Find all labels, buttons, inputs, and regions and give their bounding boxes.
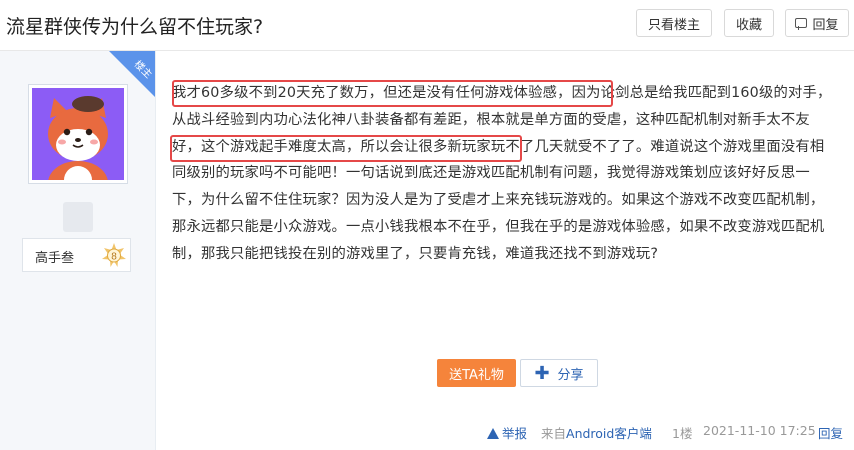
only-author-button[interactable]: 只看楼主: [636, 9, 712, 37]
warning-icon: [487, 428, 499, 439]
floor-number: 1楼: [672, 426, 693, 441]
plus-icon: ✚: [534, 362, 550, 384]
share-button[interactable]: ✚ 分享: [520, 359, 598, 387]
fox-avatar-image: [48, 96, 108, 180]
report-link[interactable]: 举报: [487, 423, 527, 442]
comment-icon: [795, 18, 808, 30]
reply-button-label: 回复: [812, 17, 839, 33]
post-content: 我才60多级不到20天充了数万，但还是没有任何游戏体验感，因为论剑总是给我匹配到…: [172, 85, 832, 262]
level-number: 8: [111, 251, 117, 262]
highlight-box: [172, 80, 613, 107]
source-prefix: 来自: [541, 426, 567, 441]
avatar[interactable]: [28, 84, 128, 184]
level-title: 高手叁: [35, 251, 75, 266]
post-source: 来自Android客户端: [541, 423, 652, 442]
report-label: 举报: [502, 426, 528, 441]
source-app-link[interactable]: Android客户端: [566, 426, 652, 441]
floor-reply-link[interactable]: 回复: [818, 423, 843, 442]
post-time: 2021-11-10 17:25: [703, 423, 816, 438]
reply-button[interactable]: 回复: [785, 9, 849, 37]
username-blurred[interactable]: [63, 202, 93, 232]
level-badge-icon: 8: [102, 243, 126, 267]
highlight-box: [170, 135, 522, 162]
send-gift-button[interactable]: 送TA礼物: [437, 359, 516, 387]
thread-header: 流星群侠传为什么留不住玩家? 只看楼主 收藏 回复: [0, 0, 854, 51]
favorite-button[interactable]: 收藏: [724, 9, 774, 37]
share-button-label: 分享: [557, 367, 584, 383]
thread-title: 流星群侠传为什么留不住玩家?: [6, 16, 264, 38]
user-level: 高手叁 8: [22, 238, 131, 272]
